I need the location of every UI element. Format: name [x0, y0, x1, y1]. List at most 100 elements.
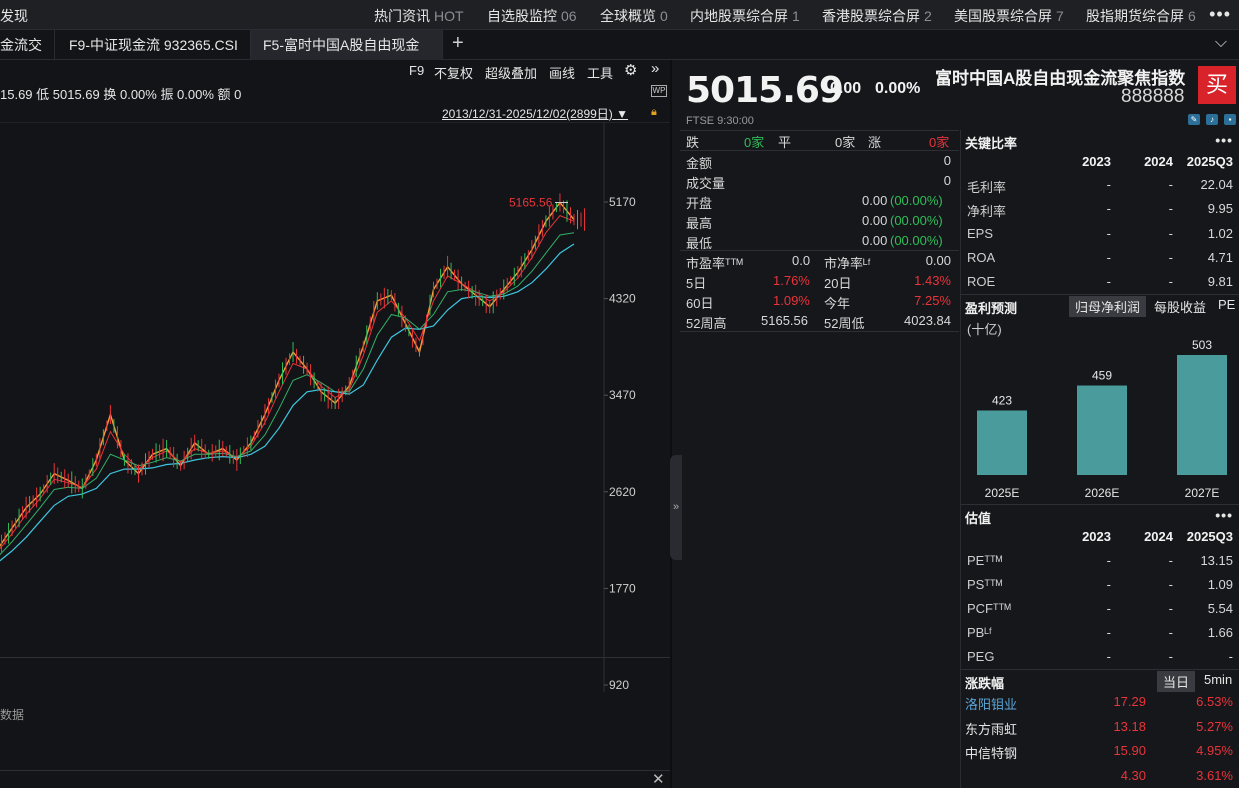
- tab-f5-ftse[interactable]: F5-富时中国A股自由现金: [251, 30, 443, 60]
- wp-icon[interactable]: WP: [651, 85, 667, 97]
- tab-today[interactable]: 当日: [1157, 671, 1196, 692]
- open-row: 开盘 0.00 (00.00%): [686, 193, 943, 211]
- more-icon[interactable]: •••: [1209, 4, 1231, 25]
- menu-hk-stocks[interactable]: 香港股票综合屏 2: [822, 6, 932, 26]
- menu-hot-news[interactable]: 热门资讯 HOT: [374, 6, 464, 26]
- ratio-label: PCFᵀᵀᴹ: [967, 601, 1011, 616]
- key-ratios-header: 2023 2024 2025Q3: [1082, 154, 1233, 169]
- y-tick-label: 4320: [609, 292, 636, 306]
- high-row: 最高 0.00 (00.00%): [686, 213, 943, 231]
- ratio-value: -: [1106, 625, 1111, 640]
- add-tab-icon[interactable]: +: [452, 32, 464, 55]
- tab-cashflow[interactable]: 金流交: [0, 30, 55, 60]
- menu-mainland-stocks[interactable]: 内地股票综合屏 1: [690, 6, 800, 26]
- ratio-label: PEᵀᵀᴹ: [967, 553, 1003, 568]
- tools-button[interactable]: 工具: [587, 63, 613, 82]
- ratio-row: ROA - - 4.71: [961, 250, 1236, 274]
- lock-icon[interactable]: 🔒︎: [651, 106, 663, 118]
- mover-row[interactable]: 4.30 3.61%: [961, 768, 1236, 788]
- top-menu-bar: 发现 热门资讯 HOT 自选股监控 06 全球概览 0 内地股票综合屏 1 香港股票综合…: [0, 0, 1239, 30]
- triangle-down-icon[interactable]: ▼: [616, 107, 628, 121]
- tab-f9-csi[interactable]: F9-中证现金流 932365.CSI: [57, 30, 251, 60]
- draw-button[interactable]: 画线: [549, 63, 575, 82]
- divider: [680, 331, 959, 332]
- mover-row[interactable]: 东方雨虹 13.18 5.27%: [961, 719, 1236, 743]
- mover-pct: 3.61%: [1196, 767, 1233, 783]
- menu-us-stocks[interactable]: 美国股票综合屏 7: [954, 6, 1064, 26]
- mover-name[interactable]: 洛阳钼业: [965, 694, 1017, 713]
- pe-pb-row: 市盈率ᵀᵀᴹ 0.0 市净率ᴸᶠ 0.00: [686, 253, 951, 271]
- overlay-button[interactable]: 超级叠加: [485, 63, 537, 82]
- forecast-value-label: 503: [1192, 338, 1212, 352]
- gear-icon[interactable]: ⚙: [624, 61, 637, 79]
- close-icon[interactable]: ✕: [652, 770, 665, 788]
- key-ratios-title: 关键比率: [965, 136, 1018, 151]
- ratio-row: 净利率 - - 9.95: [961, 201, 1236, 225]
- price-change: 0.00: [830, 80, 862, 97]
- amount-row: 金额 0: [686, 153, 951, 171]
- menu-index-futures[interactable]: 股指期货综合屏 6: [1086, 6, 1196, 26]
- ratio-value: -: [1106, 553, 1111, 568]
- ratio-value: 5.54: [1207, 601, 1233, 616]
- menu-global-overview[interactable]: 全球概览 0: [600, 6, 668, 26]
- ratio-label: PBᴸᶠ: [967, 625, 992, 640]
- tab-bar: 金流交 F9-中证现金流 932365.CSI F5-富时中国A股自由现金 + …: [0, 30, 1239, 60]
- tab-net-profit[interactable]: 归母净利润: [1069, 296, 1147, 317]
- more-icon[interactable]: •••: [1215, 132, 1233, 148]
- forecast-year-label: 2027E: [1185, 486, 1220, 500]
- date-range[interactable]: 2013/12/31-2025/12/02(2899日) ▼: [442, 105, 628, 122]
- sub-chart-nodata: 数据: [0, 708, 25, 722]
- tab-pe[interactable]: PE: [1212, 296, 1239, 313]
- ratio-value: 1.66: [1207, 625, 1233, 640]
- y-tick-label: 2620: [609, 485, 636, 499]
- divider: [680, 250, 959, 251]
- max-label: 5165.56: [509, 196, 553, 210]
- forecast-bar: [1077, 385, 1127, 475]
- ratio-value: -: [1168, 274, 1173, 290]
- ratio-label: PEG: [967, 649, 995, 664]
- forecast-value-label: 459: [1092, 369, 1112, 383]
- bell-icon[interactable]: ♪: [1206, 114, 1218, 125]
- mover-row[interactable]: 洛阳钼业 17.29 6.53%: [961, 694, 1236, 718]
- d5-d20-row: 5日 1.76% 20日 1.43%: [686, 273, 951, 291]
- y-tick-label: 3470: [609, 388, 636, 402]
- ratio-label: PSᵀᵀᴹ: [967, 577, 1003, 592]
- chevron-down-icon[interactable]: ⌵: [1215, 34, 1227, 52]
- ratio-value: 9.95: [1207, 201, 1233, 217]
- ratio-label: ROA: [967, 249, 996, 265]
- tab-5min[interactable]: 5min: [1198, 671, 1238, 688]
- ratio-label: 毛利率: [967, 180, 1007, 195]
- ratio-row: PSᵀᵀᴹ - - 1.09: [961, 577, 1236, 601]
- menu-watchlist-monitor[interactable]: 自选股监控 06: [487, 6, 577, 26]
- chart-toolbar: F9 不复权 超级叠加 画线 工具 ⚙ »: [0, 60, 670, 82]
- forecast-title: 盈利预测: [965, 301, 1018, 316]
- sub-chart-divider: [0, 657, 670, 658]
- quote-panel: 5015.69 0.00 0.00% FTSE 9:30:00 跌 0家 平 0…: [680, 60, 959, 788]
- buy-button[interactable]: 买: [1198, 66, 1236, 104]
- forecast-chart: 423 2025E 459 2026E 503 2027E: [977, 338, 1227, 500]
- menu-discover[interactable]: 发现: [0, 6, 28, 26]
- y-tick-label: 5170: [609, 195, 636, 209]
- divider: [680, 130, 959, 131]
- expand-icon[interactable]: »: [651, 60, 659, 77]
- fundamentals-panel: 关键比率 ••• 2023 2024 2025Q3 毛利率 - - 22.04 净利率 -…: [960, 130, 1239, 788]
- adjust-button[interactable]: 不复权: [434, 63, 473, 82]
- y-tick-label: 1770: [609, 581, 636, 595]
- ratio-value: -: [1168, 649, 1173, 664]
- ratio-value: 22.04: [1200, 177, 1233, 192]
- valuation-header: 2023 2024 2025Q3: [1082, 529, 1233, 544]
- mover-name[interactable]: 东方雨虹: [965, 719, 1017, 738]
- mover-name[interactable]: 中信特钢: [965, 743, 1017, 762]
- mover-row[interactable]: 中信特钢 15.90 4.95%: [961, 743, 1236, 767]
- ratio-value: -: [1106, 177, 1111, 192]
- edit-icon[interactable]: ✎: [1188, 114, 1200, 125]
- tab-eps[interactable]: 每股收益: [1148, 296, 1212, 317]
- more-icon[interactable]: •••: [1215, 507, 1233, 523]
- f9-button[interactable]: F9: [409, 63, 424, 78]
- ratio-value: -: [1168, 553, 1173, 568]
- ratio-value: 1.09: [1207, 577, 1233, 592]
- ratio-value: -: [1106, 577, 1111, 592]
- breadth-row: 跌 0家 平 0家 涨 0家: [686, 135, 950, 150]
- share-icon[interactable]: ▪: [1224, 114, 1236, 125]
- price-chart[interactable]: 920 1770 2620 3470 4320 5170 5165.56: [0, 122, 670, 692]
